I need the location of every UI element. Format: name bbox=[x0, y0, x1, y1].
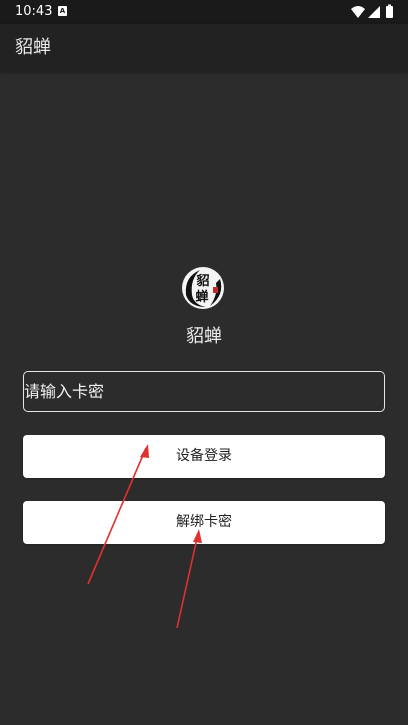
status-bar: 10:43 A bbox=[0, 0, 408, 24]
battery-icon bbox=[386, 6, 393, 18]
app-logo: 貂 蝉 bbox=[180, 265, 226, 311]
wifi-icon bbox=[351, 6, 365, 18]
status-right-icons bbox=[350, 4, 396, 20]
logo-seal bbox=[213, 287, 218, 293]
logo-label: 貂蝉 bbox=[186, 326, 222, 347]
signal-icon bbox=[368, 6, 380, 18]
unbind-card-button[interactable]: 解绑卡密 bbox=[23, 501, 385, 544]
battery-tip bbox=[388, 4, 391, 7]
notification-app-icon: A bbox=[58, 6, 67, 16]
logo-glyph-bottom: 蝉 bbox=[195, 289, 208, 305]
logo-glyph-top: 貂 bbox=[195, 273, 209, 289]
status-icons-group bbox=[351, 4, 393, 18]
device-login-button[interactable]: 设备登录 bbox=[23, 435, 385, 478]
app-bar: 貂蝉 bbox=[0, 24, 408, 72]
logo-icon: 貂 蝉 bbox=[182, 267, 224, 309]
app-screen: 10:43 A 貂蝉 貂 蝉 貂蝉 设备登录 解绑卡密 bbox=[0, 0, 408, 725]
card-key-input[interactable] bbox=[23, 371, 385, 412]
app-bar-title: 貂蝉 bbox=[15, 37, 51, 58]
status-time: 10:43 bbox=[15, 4, 53, 19]
annotation-arrows bbox=[87, 444, 202, 629]
